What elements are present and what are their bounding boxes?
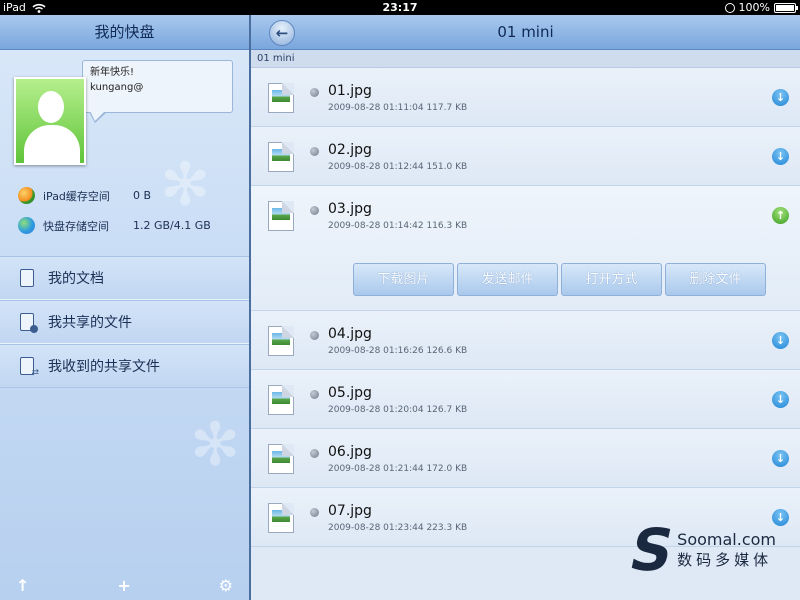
kuaipan-cloud-storage: 快盘存储空间 1.2 GB/4.1 GB [18,217,211,234]
status-message-bubble: 新年快乐! kungang@ [82,60,233,123]
back-button[interactable]: ← [269,20,295,46]
file-name: 03.jpg [328,201,372,217]
file-meta: 2009-08-28 01:12:44 151.0 KB [328,162,468,172]
soomal-logo-icon: S [623,516,681,584]
status-dot-icon [310,206,319,215]
image-file-icon [268,444,294,474]
file-name: 01.jpg [328,83,372,99]
file-meta: 2009-08-28 01:21:44 172.0 KB [328,464,468,474]
status-dot-icon [310,331,319,340]
status-dot-icon [310,508,319,517]
file-meta: 2009-08-28 01:14:42 116.3 KB [328,221,468,231]
snowflake-decoration-icon: ✻ [190,410,241,480]
sidebar-item-label: 我的文档 [48,271,104,287]
file-row[interactable]: 06.jpg 2009-08-28 01:21:44 172.0 KB ↓ [251,429,800,488]
image-file-icon [268,201,294,231]
download-arrow-icon[interactable]: ↓ [772,148,789,165]
add-button[interactable]: + [117,576,130,595]
ipad-storage-icon [18,187,35,204]
download-arrow-icon[interactable]: ↓ [772,391,789,408]
battery-percent: 100% [738,1,770,14]
device-name: iPad [3,1,26,14]
bubble-line-username: kungang@ [90,82,144,93]
status-dot-icon [310,88,319,97]
file-name: 06.jpg [328,444,372,460]
status-dot-icon [310,449,319,458]
battery-icon [774,2,798,13]
file-name: 07.jpg [328,503,372,519]
document-icon [20,269,34,287]
clock: 23:17 [382,1,418,14]
download-image-button[interactable]: 下载图片 [353,263,454,296]
sidebar-item-my-documents[interactable]: 我的文档 [0,256,249,300]
cloud-storage-icon [18,217,35,234]
file-row[interactable]: 02.jpg 2009-08-28 01:12:44 151.0 KB ↓ [251,127,800,186]
status-bar: 23:17 iPad 100% [0,0,800,15]
file-name: 05.jpg [328,385,372,401]
file-actions: 下载图片 发送邮件 打开方式 删除文件 [353,263,766,296]
wifi-icon [32,3,46,13]
image-file-icon [268,142,294,172]
image-file-icon [268,503,294,533]
file-row[interactable]: 04.jpg 2009-08-28 01:16:26 126.6 KB ↓ [251,311,800,370]
sidebar-item-label: 我收到的共享文件 [48,359,160,375]
storage-value: 1.2 GB/4.1 GB [133,219,211,232]
file-name: 04.jpg [328,326,372,342]
download-arrow-icon[interactable]: ↓ [772,89,789,106]
storage-label: iPad缓存空间 [43,189,110,203]
delete-file-button[interactable]: 删除文件 [665,263,766,296]
sidebar-item-label: 我共享的文件 [48,315,132,331]
sidebar-toolbar: ↑ + ⚙ [0,570,249,600]
storage-label: 快盘存储空间 [43,219,109,233]
file-meta: 2009-08-28 01:23:44 223.3 KB [328,523,468,533]
upload-button[interactable]: ↑ [16,576,29,595]
bubble-line-greeting: 新年快乐! [90,67,135,78]
send-email-button[interactable]: 发送邮件 [457,263,558,296]
breadcrumb: 01 mini [251,50,800,68]
avatar[interactable] [14,77,86,165]
shared-document-icon [20,313,38,333]
file-row[interactable]: 05.jpg 2009-08-28 01:20:04 126.7 KB ↓ [251,370,800,429]
download-arrow-icon[interactable]: ↓ [772,332,789,349]
settings-gear-icon[interactable]: ⚙ [219,576,233,595]
received-document-icon [20,357,39,378]
image-file-icon [268,83,294,113]
file-meta: 2009-08-28 01:11:04 117.7 KB [328,103,468,113]
watermark-line1: Soomal.com [677,530,776,549]
folder-title: 01 mini [497,23,554,41]
sidebar-item-received-shared-files[interactable]: 我收到的共享文件 [0,344,249,388]
sidebar-title: 我的快盘 [0,15,249,50]
file-meta: 2009-08-28 01:16:26 126.6 KB [328,346,468,356]
sidebar-item-my-shared-files[interactable]: 我共享的文件 [0,300,249,344]
file-row[interactable]: 01.jpg 2009-08-28 01:11:04 117.7 KB ↓ [251,68,800,127]
folder-header: ← 01 mini [251,15,800,50]
watermark: S Soomal.com 数码多媒体 [624,516,776,584]
status-dot-icon [310,147,319,156]
watermark-line2: 数码多媒体 [677,551,773,569]
storage-value: 0 B [133,189,152,202]
status-dot-icon [310,390,319,399]
file-meta: 2009-08-28 01:20:04 126.7 KB [328,405,468,415]
avatar-head [38,91,64,123]
file-name: 02.jpg [328,142,372,158]
sidebar-nav: 我的文档 我共享的文件 我收到的共享文件 [0,256,249,388]
sidebar: ✻ ✻ 我的快盘 新年快乐! kungang@ iPad缓存空间 0 B 快盘存… [0,15,249,600]
rotation-lock-icon [724,2,735,13]
open-with-button[interactable]: 打开方式 [561,263,662,296]
collapse-arrow-icon[interactable]: ↑ [772,207,789,224]
image-file-icon [268,385,294,415]
image-file-icon [268,326,294,356]
ipad-cache-storage: iPad缓存空间 0 B [18,187,151,204]
avatar-body [24,125,80,163]
file-row-expanded[interactable]: 03.jpg 2009-08-28 01:14:42 116.3 KB ↑ 下载… [251,186,800,311]
download-arrow-icon[interactable]: ↓ [772,450,789,467]
file-browser: ← 01 mini 01 mini 01.jpg 2009-08-28 01:1… [251,15,800,600]
snowflake-decoration-icon: ✻ [160,150,211,220]
